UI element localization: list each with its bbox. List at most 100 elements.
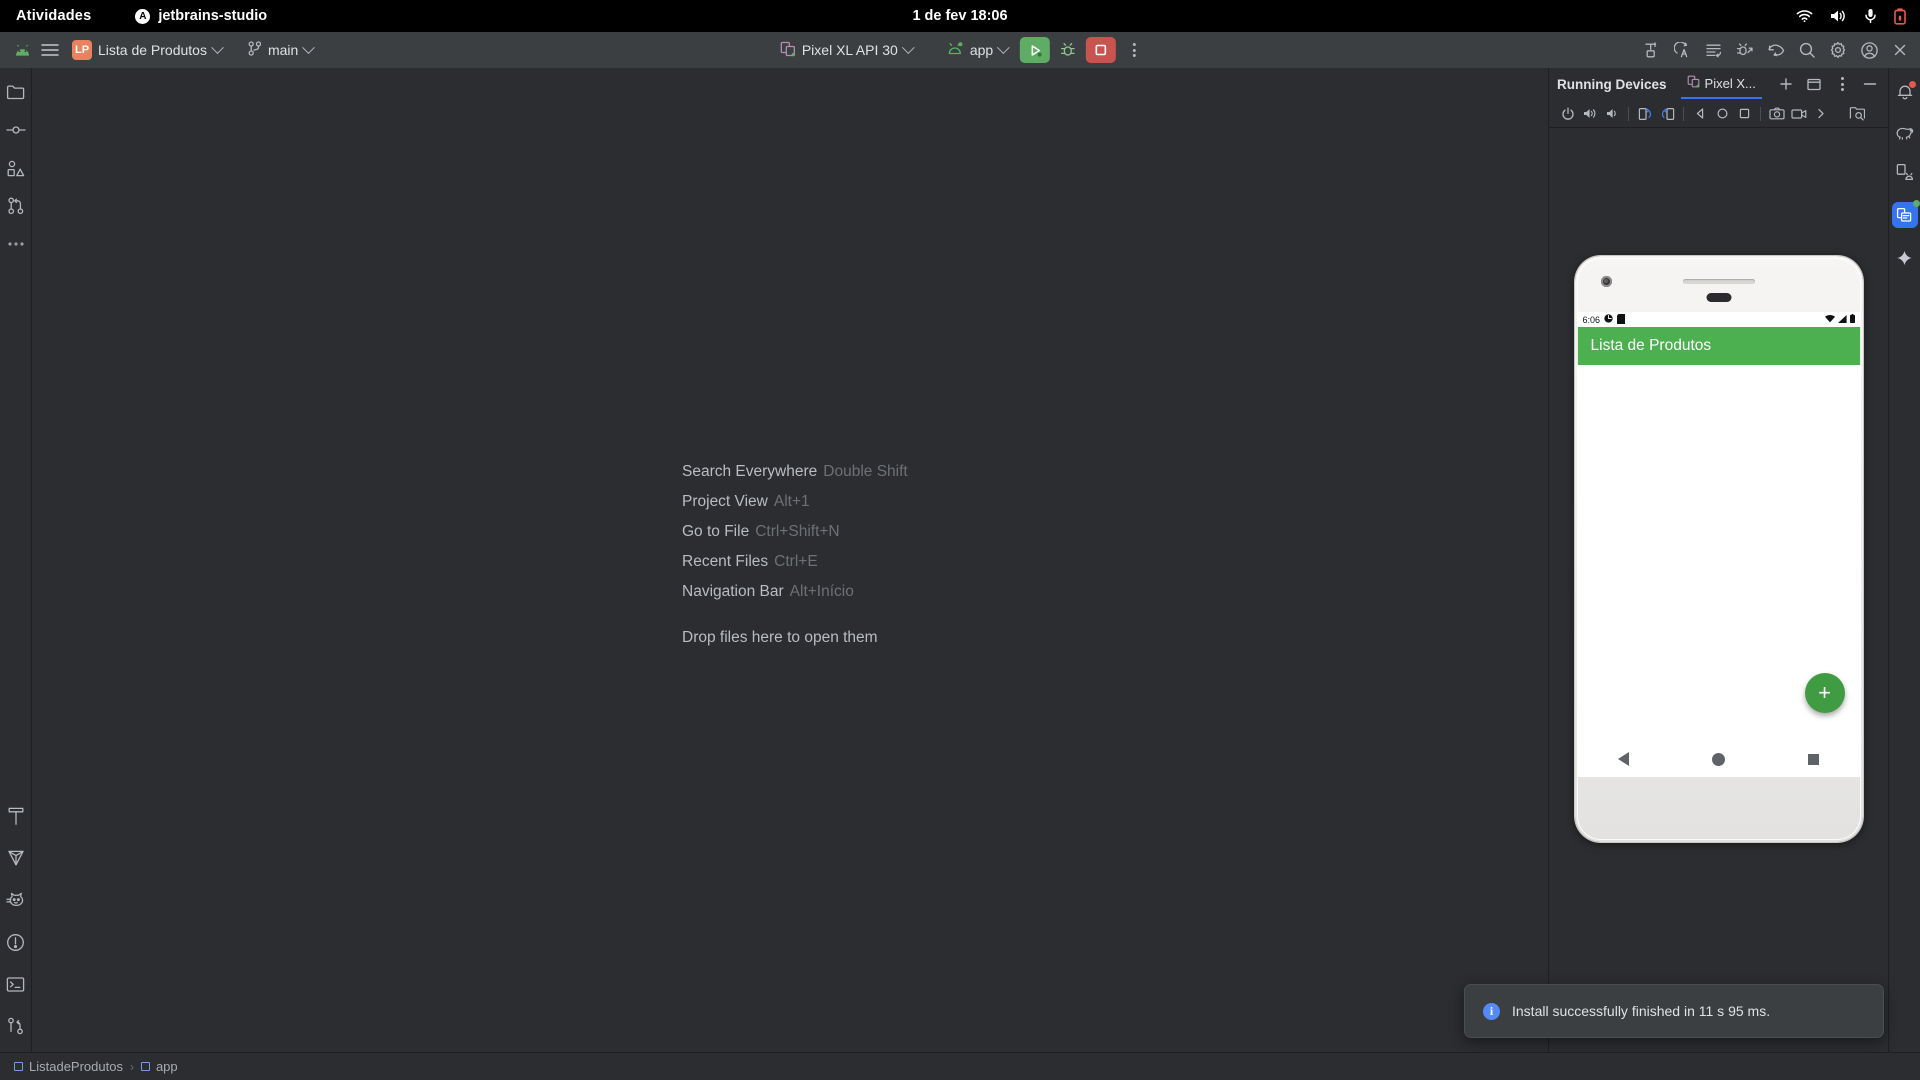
sidebar-item-commit[interactable]	[5, 120, 26, 140]
project-selector[interactable]: LP Lista de Produtos	[64, 37, 230, 63]
running-badge	[1912, 200, 1920, 207]
ide-main-toolbar: LP Lista de Produtos main Pixel XL API 3…	[0, 32, 1920, 68]
sidebar-item-build[interactable]	[6, 806, 26, 826]
volume-up-icon[interactable]	[1579, 103, 1601, 125]
tip-shortcut-label: Alt+1	[773, 493, 810, 510]
back-icon[interactable]	[1689, 103, 1711, 125]
home-icon[interactable]	[1711, 103, 1733, 125]
module-icon	[140, 1062, 150, 1071]
battery-alert-icon	[1894, 7, 1906, 25]
sidebar-item-pull-requests[interactable]	[6, 196, 26, 216]
app-bar: Lista de Produtos	[1576, 327, 1861, 365]
sdcard-icon	[1617, 313, 1626, 326]
rotate-left-icon[interactable]	[1634, 103, 1656, 125]
device-explorer-icon[interactable]	[1846, 103, 1868, 125]
stop-button[interactable]	[1086, 37, 1117, 63]
sidebar-item-version-control[interactable]	[6, 1016, 26, 1036]
tip-navigation-bar[interactable]: Navigation Bar Alt+Início	[682, 583, 1102, 601]
device-icon	[780, 41, 796, 60]
tip-search-everywhere[interactable]: Search Everywhere Double Shift	[682, 463, 1102, 481]
sidebar-item-problems[interactable]	[6, 932, 26, 952]
running-devices-panel: Running Devices Pixel X... 6:06 Lista de…	[1548, 68, 1888, 1052]
search-icon[interactable]	[1793, 37, 1821, 63]
product-list-container[interactable]: +	[1576, 365, 1861, 777]
device-selector[interactable]: Pixel XL API 30	[772, 37, 921, 63]
toolbar-divider	[1683, 106, 1684, 121]
minimize-panel-button[interactable]	[1859, 73, 1881, 95]
sidebar-item-resource-manager[interactable]	[6, 158, 26, 178]
debug-button[interactable]	[1054, 37, 1082, 63]
screenshot-icon[interactable]	[1766, 103, 1788, 125]
android-icon[interactable]	[8, 37, 36, 63]
sidebar-item-terminal[interactable]	[6, 974, 26, 994]
add-product-fab[interactable]: +	[1804, 673, 1845, 713]
devices-panel-title: Running Devices	[1557, 76, 1667, 92]
chevron-down-icon	[211, 40, 224, 54]
left-tool-rail	[0, 68, 32, 1052]
more-icon[interactable]	[1810, 103, 1832, 125]
more-actions-button[interactable]	[1120, 37, 1148, 63]
os-system-tray[interactable]	[1796, 7, 1906, 25]
recents-button[interactable]	[1808, 753, 1819, 765]
breadcrumb-item-module[interactable]: app	[140, 1059, 178, 1074]
tip-go-to-file[interactable]: Go to File Ctrl+Shift+N	[682, 523, 1102, 541]
back-button[interactable]	[1618, 752, 1629, 766]
split-window-icon[interactable]	[1803, 73, 1825, 95]
breadcrumb-item-project[interactable]: ListadeProdutos	[14, 1059, 123, 1074]
sidebar-item-running-devices[interactable]	[1891, 200, 1920, 228]
project-name-label: Lista de Produtos	[98, 42, 207, 58]
home-button[interactable]	[1712, 752, 1725, 766]
hamburger-menu-icon[interactable]	[36, 37, 64, 63]
right-tool-rail	[1888, 68, 1920, 1052]
close-icon[interactable]	[1886, 37, 1914, 63]
emulator-toolbar	[1549, 100, 1888, 128]
debug-attach-icon[interactable]	[1731, 37, 1759, 63]
record-screen-icon[interactable]	[1788, 103, 1810, 125]
power-icon[interactable]	[1557, 103, 1579, 125]
os-activities-button[interactable]: Atividades	[16, 8, 91, 24]
sidebar-item-more-tool-windows[interactable]	[6, 234, 26, 254]
notification-toast[interactable]: i Install successfully finished in 11 s …	[1464, 984, 1884, 1038]
add-device-button[interactable]	[1775, 73, 1797, 95]
android-navigation-bar	[1576, 741, 1861, 777]
tip-project-view[interactable]: Project View Alt+1	[682, 493, 1102, 511]
notification-badge	[1908, 81, 1916, 88]
kebab-menu-icon	[1840, 77, 1844, 91]
settings-icon[interactable]	[1824, 37, 1852, 63]
overview-icon[interactable]	[1733, 103, 1755, 125]
panel-options-button[interactable]	[1831, 73, 1853, 95]
tab-pixel-xl[interactable]: Pixel X...	[1680, 69, 1762, 99]
gradle-elephant-icon[interactable]	[1895, 122, 1915, 142]
sidebar-item-gemini[interactable]	[6, 848, 26, 868]
tip-action-label: Project View	[682, 493, 768, 510]
rotate-right-icon[interactable]	[1656, 103, 1678, 125]
wifi-icon	[1824, 314, 1835, 325]
emulator-screen[interactable]: 6:06 Lista de Produtos +	[1576, 312, 1861, 777]
tip-shortcut-label: Double Shift	[823, 463, 908, 480]
sidebar-item-logcat[interactable]	[5, 890, 26, 910]
sidebar-item-project[interactable]	[6, 82, 26, 102]
layout-inspector-icon[interactable]	[1700, 37, 1728, 63]
editor-empty-state: Search Everywhere Double Shift Project Vi…	[32, 68, 1548, 1052]
os-active-app[interactable]: A jetbrains-studio	[135, 8, 267, 24]
emulator-device-frame[interactable]: 6:06 Lista de Produtos +	[1574, 256, 1863, 842]
tip-shortcut-label: Ctrl+E	[774, 553, 818, 570]
run-config-selector[interactable]: app	[939, 37, 1016, 63]
android-status-bar: 6:06	[1576, 312, 1861, 327]
os-active-app-label: jetbrains-studio	[158, 8, 268, 24]
gemini-sparkle-icon[interactable]	[1895, 248, 1915, 268]
os-clock[interactable]: 1 de fev 18:06	[0, 8, 1920, 24]
devices-panel-header: Running Devices Pixel X...	[1549, 68, 1888, 100]
volume-down-icon[interactable]	[1601, 103, 1623, 125]
profiler-icon[interactable]	[1762, 37, 1790, 63]
code-with-me-icon[interactable]	[1638, 37, 1666, 63]
status-time: 6:06	[1582, 314, 1601, 325]
notifications-bell-icon[interactable]	[1895, 81, 1916, 102]
device-manager-icon[interactable]	[1895, 162, 1915, 182]
tip-recent-files[interactable]: Recent Files Ctrl+E	[682, 553, 1102, 571]
chevron-down-icon	[302, 40, 316, 54]
run-button[interactable]	[1020, 37, 1051, 63]
account-icon[interactable]	[1855, 37, 1883, 63]
translate-icon[interactable]	[1669, 37, 1697, 63]
branch-selector[interactable]: main	[240, 37, 321, 63]
